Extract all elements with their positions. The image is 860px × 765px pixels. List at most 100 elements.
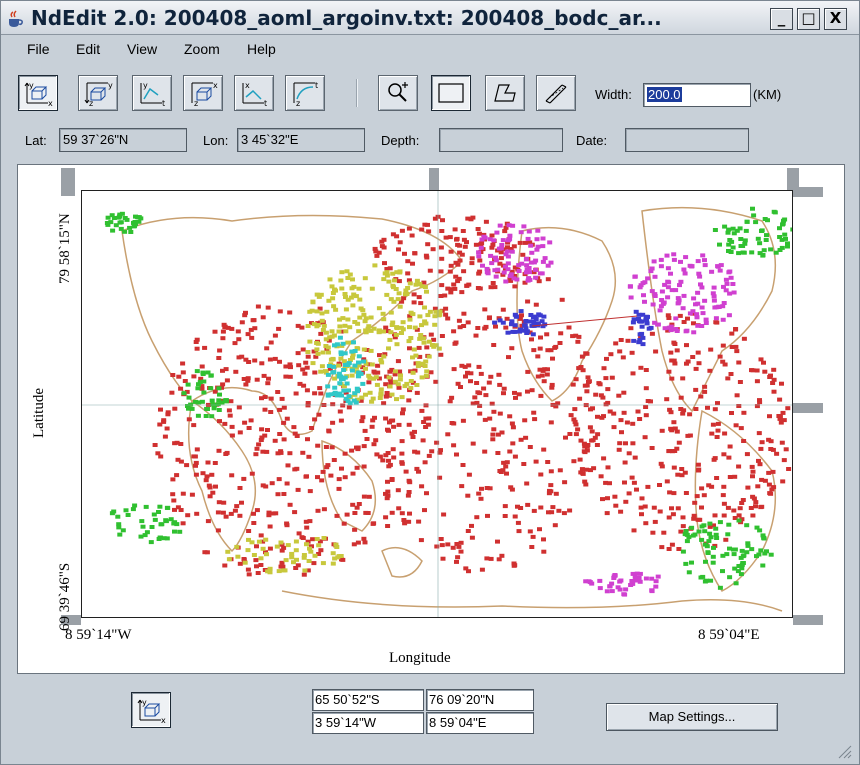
float-point-yellow	[326, 298, 332, 303]
menu-edit[interactable]: Edit	[76, 41, 100, 57]
float-point-red	[571, 459, 577, 464]
float-point-magenta	[697, 274, 703, 279]
float-point-magenta	[665, 295, 671, 300]
float-point-red	[509, 346, 515, 351]
float-point-red	[216, 500, 222, 505]
view-time-lon-button[interactable]: x t	[234, 75, 274, 111]
float-point-red	[680, 524, 686, 529]
float-point-red	[557, 468, 563, 473]
title-bar[interactable]: NdEdit 2.0: 200408_aoml_argoinv.txt: 200…	[1, 1, 859, 35]
selection-handle[interactable]	[429, 168, 439, 192]
float-point-red	[495, 451, 501, 455]
north-bound-field[interactable]: 76 09`20"N	[426, 689, 534, 711]
float-point-yellow	[226, 557, 232, 562]
float-point-yellow	[278, 540, 284, 545]
float-point-cyan	[336, 371, 342, 376]
float-point-red	[259, 427, 265, 432]
float-point-red	[509, 421, 515, 426]
maximize-button[interactable]: □	[797, 8, 820, 30]
float-point-magenta	[506, 238, 511, 243]
width-input[interactable]: 200.0	[643, 83, 751, 107]
map-plot[interactable]	[81, 190, 793, 618]
float-point-yellow	[356, 286, 362, 291]
float-point-red	[161, 418, 167, 423]
menu-zoom[interactable]: Zoom	[184, 41, 220, 57]
float-point-red	[170, 373, 176, 377]
close-button[interactable]: X	[824, 8, 847, 30]
float-point-magenta	[691, 330, 697, 335]
view-time-depth-button[interactable]: z t	[285, 75, 325, 111]
float-point-magenta	[501, 270, 507, 275]
float-point-red	[217, 348, 223, 353]
float-point-magenta	[717, 268, 723, 273]
float-point-yellow	[369, 286, 375, 291]
float-point-red	[180, 361, 186, 366]
float-point-magenta	[718, 263, 724, 268]
float-point-green	[760, 563, 766, 568]
float-point-red	[428, 332, 434, 337]
south-bound-field[interactable]: 65 50`52"S	[312, 689, 424, 711]
selection-handle[interactable]	[61, 168, 75, 196]
select-polygon-button[interactable]	[485, 75, 525, 111]
selection-handle[interactable]	[793, 403, 823, 413]
svg-text:x: x	[161, 716, 166, 724]
float-point-yellow	[320, 350, 326, 355]
float-point-red	[630, 441, 636, 446]
float-point-red	[229, 473, 235, 478]
float-point-red	[419, 227, 425, 232]
float-point-red	[205, 460, 211, 465]
float-point-yellow	[332, 376, 338, 381]
float-point-yellow	[343, 307, 349, 312]
view-time-lat-button[interactable]: y t	[132, 75, 172, 111]
reset-view-button[interactable]: y x	[131, 692, 171, 728]
view-lat-lon-button[interactable]: y x	[18, 75, 58, 111]
map-settings-button[interactable]: Map Settings...	[606, 703, 778, 731]
float-point-red	[461, 237, 467, 242]
view-lon-depth-button[interactable]: z x	[183, 75, 223, 111]
float-point-red	[416, 295, 422, 300]
float-point-red	[251, 511, 256, 516]
select-corridor-button[interactable]	[536, 75, 576, 111]
float-point-red	[281, 405, 287, 410]
float-point-red	[412, 251, 418, 256]
selection-handle[interactable]	[793, 615, 823, 625]
float-point-yellow	[412, 325, 418, 330]
east-bound-field[interactable]: 8 59`04"E	[426, 712, 534, 734]
zoom-button[interactable]	[378, 75, 418, 111]
view-lat-depth-button[interactable]: z y	[78, 75, 118, 111]
float-point-green	[201, 379, 207, 384]
float-point-red	[530, 534, 536, 539]
float-point-red	[605, 496, 610, 501]
float-point-red	[346, 405, 352, 410]
float-point-yellow	[314, 292, 320, 297]
float-point-red	[178, 459, 184, 464]
float-point-magenta	[525, 278, 531, 283]
float-point-yellow	[350, 303, 356, 308]
float-point-yellow	[386, 279, 392, 284]
float-point-red	[754, 379, 760, 384]
float-point-yellow	[246, 537, 251, 542]
float-point-green	[736, 518, 742, 523]
menu-help[interactable]: Help	[247, 41, 276, 57]
float-point-magenta	[533, 267, 538, 272]
float-point-magenta	[516, 269, 522, 273]
float-point-red	[182, 379, 188, 383]
float-point-red	[709, 431, 715, 436]
float-point-red	[595, 414, 600, 419]
float-point-green	[181, 391, 187, 396]
float-point-red	[266, 376, 271, 381]
float-point-red	[419, 408, 425, 413]
selection-handle[interactable]	[793, 187, 823, 197]
west-bound-field[interactable]: 3 59`14"W	[312, 712, 424, 734]
float-point-magenta	[640, 281, 646, 286]
resize-grip-icon[interactable]	[833, 740, 853, 760]
menu-file[interactable]: File	[27, 41, 50, 57]
float-point-cyan	[332, 343, 337, 348]
float-point-cyan	[346, 394, 352, 399]
float-point-magenta	[657, 308, 663, 313]
float-point-red	[544, 332, 550, 337]
minimize-button[interactable]: _	[770, 8, 793, 30]
select-rectangle-button[interactable]	[431, 75, 471, 111]
menu-view[interactable]: View	[127, 41, 157, 57]
float-point-red	[291, 425, 297, 430]
